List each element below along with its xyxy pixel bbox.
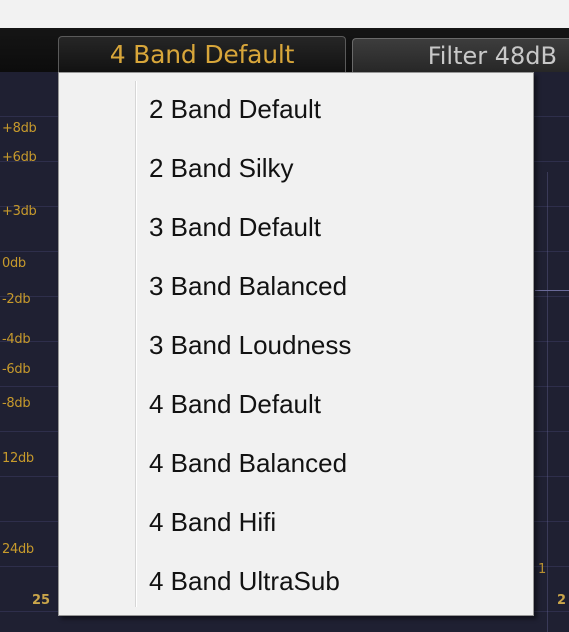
menu-item-3-band-balanced[interactable]: 3 Band Balanced <box>149 266 529 306</box>
db-label: -6db <box>2 362 31 377</box>
band-marker-label: 1 <box>538 562 547 577</box>
db-label: 0db <box>2 256 26 271</box>
db-label: 24db <box>2 542 34 557</box>
db-label: -8db <box>2 396 31 411</box>
db-label: +3db <box>2 204 37 219</box>
plugin-toolbar: 4 Band Default Filter 48dB <box>0 28 569 73</box>
db-label: 12db <box>2 451 34 466</box>
menu-item-2-band-default[interactable]: 2 Band Default <box>149 89 529 129</box>
preset-dropdown-menu: 2 Band Default 2 Band Silky 3 Band Defau… <box>58 72 534 616</box>
eq-curve-segment <box>535 290 569 291</box>
menu-item-4-band-balanced[interactable]: 4 Band Balanced <box>149 443 529 483</box>
filter-dropdown-button[interactable]: Filter 48dB <box>352 38 569 72</box>
menu-item-4-band-default[interactable]: 4 Band Default <box>149 384 529 424</box>
menu-item-4-band-hifi[interactable]: 4 Band Hifi <box>149 502 529 542</box>
frequency-label: 25 <box>32 593 51 608</box>
db-label: +6db <box>2 150 37 165</box>
menu-item-3-band-loudness[interactable]: 3 Band Loudness <box>149 325 529 365</box>
frequency-label: 2 <box>557 593 567 608</box>
menu-item-4-band-ultrasub[interactable]: 4 Band UltraSub <box>149 561 529 601</box>
db-label: +8db <box>2 121 37 136</box>
menu-icon-gutter <box>135 81 137 607</box>
db-label: -2db <box>2 292 31 307</box>
preset-dropdown-button[interactable]: 4 Band Default <box>58 36 346 72</box>
graph-grid-line <box>547 172 548 632</box>
menu-item-3-band-default[interactable]: 3 Band Default <box>149 207 529 247</box>
db-label: -4db <box>2 332 31 347</box>
menu-item-2-band-silky[interactable]: 2 Band Silky <box>149 148 529 188</box>
